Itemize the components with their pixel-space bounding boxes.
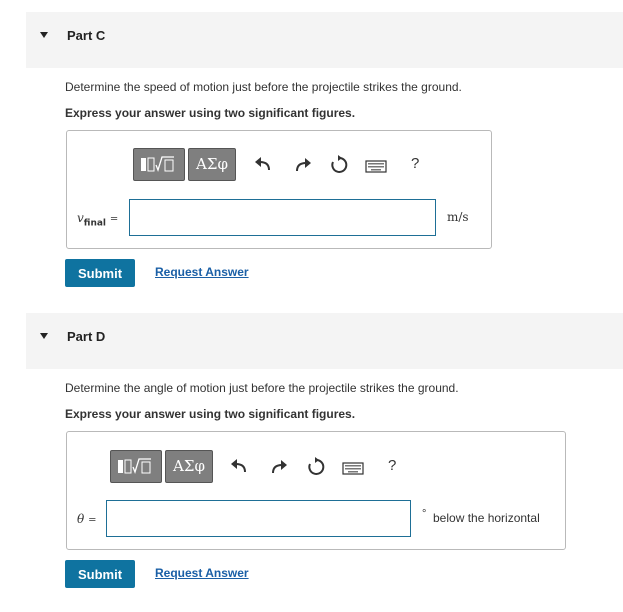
- part-c-answer-box: ΑΣφ ? vfinal = m/s: [66, 130, 492, 249]
- caret-down-icon[interactable]: [40, 333, 48, 339]
- reset-icon[interactable]: [306, 457, 326, 477]
- reset-icon[interactable]: [329, 155, 349, 175]
- help-icon[interactable]: ?: [411, 155, 419, 172]
- part-c-question: Determine the speed of motion just befor…: [65, 80, 462, 94]
- part-d-instruction: Express your answer using two significan…: [65, 407, 356, 421]
- variable-subscript: final: [83, 218, 107, 229]
- request-answer-link[interactable]: Request Answer: [155, 265, 249, 279]
- part-c-instruction: Express your answer using two significan…: [65, 106, 356, 120]
- redo-icon[interactable]: [292, 155, 312, 175]
- request-answer-link[interactable]: Request Answer: [155, 566, 249, 580]
- template-button[interactable]: [133, 148, 185, 181]
- degree-symbol: °: [422, 508, 427, 520]
- caret-down-icon[interactable]: [40, 32, 48, 38]
- answer-input[interactable]: [129, 199, 436, 236]
- answer-input[interactable]: [106, 500, 411, 537]
- units-label: below the horizontal: [433, 511, 540, 525]
- keyboard-icon[interactable]: [342, 458, 364, 478]
- undo-icon[interactable]: [254, 155, 274, 175]
- variable-symbol: v: [77, 211, 84, 225]
- submit-button[interactable]: Submit: [65, 259, 135, 287]
- greek-symbols-button[interactable]: ΑΣφ: [188, 148, 236, 181]
- part-c-header[interactable]: Part C: [26, 12, 623, 68]
- redo-icon[interactable]: [268, 457, 288, 477]
- help-icon[interactable]: ?: [388, 457, 396, 474]
- keyboard-icon[interactable]: [365, 156, 387, 176]
- submit-button[interactable]: Submit: [65, 560, 135, 588]
- variable-label: θ =: [77, 512, 96, 526]
- undo-icon[interactable]: [230, 457, 250, 477]
- equals-sign: =: [88, 515, 97, 526]
- greek-symbols-button[interactable]: ΑΣφ: [165, 450, 213, 483]
- part-d-header[interactable]: Part D: [26, 313, 623, 369]
- equals-sign: =: [109, 214, 119, 225]
- units-label: m/s: [447, 210, 469, 224]
- part-d-question: Determine the angle of motion just befor…: [65, 381, 459, 395]
- template-icon: [141, 156, 174, 172]
- variable-label: vfinal =: [77, 211, 118, 228]
- part-d-title: Part D: [67, 329, 106, 344]
- template-button[interactable]: [110, 450, 162, 483]
- part-d-answer-box: ΑΣφ ? θ = ° below the horizontal: [66, 431, 566, 550]
- template-icon: [118, 458, 151, 474]
- part-c-title: Part C: [67, 28, 106, 43]
- variable-symbol: θ: [77, 512, 85, 526]
